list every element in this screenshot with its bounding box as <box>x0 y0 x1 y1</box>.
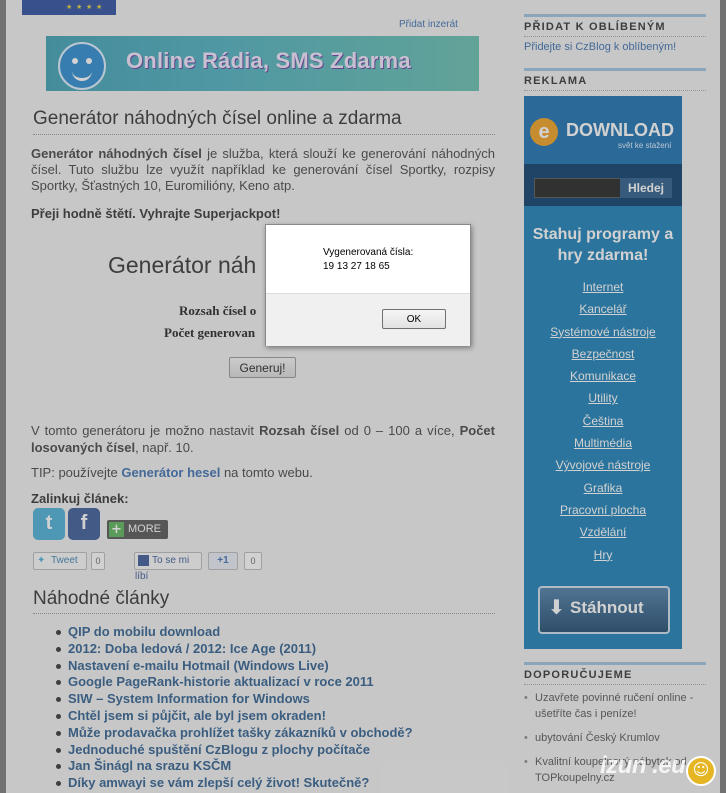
page-title: Generátor náhodných čísel online a zdarm… <box>33 108 495 135</box>
twitter-glyph: t <box>45 512 53 534</box>
tip-suffix: na tomto webu. <box>220 465 313 480</box>
ad-category-link[interactable]: Hry <box>524 544 682 566</box>
ad-category-link[interactable]: Utility <box>524 387 682 409</box>
google-plus-button[interactable]: +1 <box>208 552 238 570</box>
ad-header: e DOWNLOAD svět ke stažení <box>524 96 682 164</box>
ad-heading-text: Reklama <box>524 75 588 87</box>
dialog-body: Vygenerovaná čísla: 19 13 27 18 65 <box>266 225 470 293</box>
alert-dialog: Vygenerovaná čísla: 19 13 27 18 65 OK <box>265 224 471 346</box>
ad-category-link[interactable]: Vývojové nástroje <box>524 454 682 476</box>
article-link[interactable]: Díky amwayi se vám zlepší celý život! Sk… <box>54 775 413 792</box>
download-ad[interactable]: e DOWNLOAD svět ke stažení Hledej Stahuj… <box>524 96 682 649</box>
facebook-like-button[interactable]: To se mi líbí <box>134 552 202 582</box>
article-link[interactable]: Jednoduché spuštění CzBlogu z plochy poč… <box>54 742 413 759</box>
ad-search-button[interactable]: Hledej <box>620 178 672 198</box>
dialog-numbers: 19 13 27 18 65 <box>323 261 390 272</box>
luck-text: Přeji hodně štětí. Vyhrajte Superjackpot… <box>31 206 281 221</box>
add-favorites-link[interactable]: Přidejte si CzBlog k oblíbeným! <box>524 41 676 53</box>
ad-download-label: Stáhnout <box>570 598 644 617</box>
ad-category-link[interactable]: Grafika <box>524 477 682 499</box>
desc-text-2: od 0 – 100 a více, <box>339 423 460 438</box>
watermark-text: izun .eu <box>600 752 686 779</box>
facebook-share-icon[interactable]: f <box>68 508 100 540</box>
ad-search-input[interactable] <box>534 178 622 198</box>
recommendation-link[interactable]: Uzavřete povinné ručení online - ušetřít… <box>524 690 704 722</box>
generate-button[interactable]: Generuj! <box>229 357 296 378</box>
desc-text-1: V tomto generátoru je možno nastavit <box>31 423 260 438</box>
generator-heading: Generátor náh <box>108 252 257 278</box>
dialog-message: Vygenerovaná čísla: <box>323 247 414 258</box>
share-label: Zalinkuj článek: <box>31 491 129 506</box>
ad-heading: Reklama <box>524 68 706 91</box>
more-share-button[interactable]: + MORE <box>107 520 168 539</box>
range-label: Rozsah čísel o <box>179 303 257 318</box>
tweet-button[interactable]: Tweet ✦ <box>33 552 87 570</box>
description-paragraph: V tomto generátoru je možno nastavit Roz… <box>31 422 495 456</box>
banner-ad[interactable]: Online Rádia, SMS Zdarma <box>46 36 479 91</box>
recommend-heading-text: Doporučujeme <box>524 669 633 681</box>
article-link[interactable]: 2012: Doba ledová / 2012: Ice Age (2011) <box>54 641 413 658</box>
desc-text-3: , např. 10. <box>135 440 194 455</box>
recommendation-link[interactable]: ubytování Český Krumlov <box>524 730 704 746</box>
intro-paragraph: Generátor náhodných čísel je služba, kte… <box>31 146 495 194</box>
ad-category-link[interactable]: Kancelář <box>524 298 682 320</box>
article-link[interactable]: SIW – System Information for Windows <box>54 691 413 708</box>
dialog-footer: OK <box>266 293 470 346</box>
count-label: Počet generovan <box>164 325 256 340</box>
ad-brand-sub: svět ke stažení <box>618 141 672 150</box>
ad-category-link[interactable]: Systémové nástroje <box>524 321 682 343</box>
bird-icon: ✦ <box>37 555 46 566</box>
ad-search-bar: Hledej <box>524 164 682 206</box>
smiley-face-icon <box>58 42 106 90</box>
favorites-heading-text: Přidat k oblíbeným <box>524 21 666 33</box>
recommend-heading: Doporučujeme <box>524 662 706 685</box>
intro-bold: Generátor náhodných čísel <box>31 146 202 161</box>
ad-category-link[interactable]: Komunikace <box>524 365 682 387</box>
article-link[interactable]: Může prodavačka prohlížet tašky zákazník… <box>54 725 413 742</box>
ad-category-link[interactable]: Vzdělání <box>524 521 682 543</box>
facebook-glyph: f <box>80 512 88 534</box>
facebook-small-icon <box>138 555 149 566</box>
article-link[interactable]: QIP do mobilu download <box>54 624 413 641</box>
watermark-emblem-icon: ☺ <box>686 756 716 786</box>
page-right-border <box>720 0 726 793</box>
page-left-border <box>0 0 6 793</box>
favorites-heading: Přidat k oblíbeným <box>524 14 706 37</box>
google-plus-count: 0 <box>244 552 262 570</box>
tweet-count: 0 <box>91 552 105 570</box>
tip-prefix: TIP: používejte <box>31 465 122 480</box>
desc-bold-range: Rozsah čísel <box>259 423 340 438</box>
ad-download-button[interactable]: ⬇ Stáhnout <box>538 586 670 634</box>
sidebar: Přidat k oblíbeným Přidejte si CzBlog k … <box>516 0 706 793</box>
more-label: MORE <box>128 523 161 535</box>
random-articles-list: QIP do mobilu download 2012: Doba ledová… <box>54 624 413 792</box>
ad-brand: DOWNLOAD <box>566 120 674 140</box>
article-link[interactable]: Jan Šinágl na srazu KSČM <box>54 758 413 775</box>
download-logo-icon: e <box>530 118 558 146</box>
ad-category-link[interactable]: Internet <box>524 276 682 298</box>
ad-category-link[interactable]: Multimédia <box>524 432 682 454</box>
ad-category-link[interactable]: Bezpečnost <box>524 343 682 365</box>
password-generator-link[interactable]: Generátor hesel <box>121 465 220 480</box>
banner-title: Online Rádia, SMS Zdarma <box>126 48 411 73</box>
ad-slogan: Stahuj programy a hry zdarma! <box>532 226 674 264</box>
twitter-share-icon[interactable]: t <box>33 508 65 540</box>
ad-categories: Internet Kancelář Systémové nástroje Bez… <box>524 276 682 566</box>
tip-paragraph: TIP: používejte Generátor hesel na tomto… <box>31 465 313 480</box>
browser-page: ★ ★ ★ ★ Přidat inzerát Online Rádia, SMS Zd… <box>0 0 726 793</box>
eu-flag-logo: ★ ★ ★ ★ <box>22 0 116 15</box>
plus-icon: + <box>109 522 124 537</box>
article-link[interactable]: Nastavení e-mailu Hotmail (Windows Live) <box>54 658 413 675</box>
ad-category-link[interactable]: Čeština <box>524 410 682 432</box>
random-articles-title: Náhodné články <box>33 588 495 614</box>
download-arrow-icon: ⬇ <box>548 595 565 619</box>
article-link[interactable]: Chtěl jsem si půjčit, ale byl jsem okrad… <box>54 708 413 725</box>
article-link[interactable]: Google PageRank-historie aktualizací v r… <box>54 674 413 691</box>
ad-category-link[interactable]: Pracovní plocha <box>524 499 682 521</box>
ok-button[interactable]: OK <box>382 309 446 329</box>
add-ad-link[interactable]: Přidat inzerát <box>399 19 458 30</box>
